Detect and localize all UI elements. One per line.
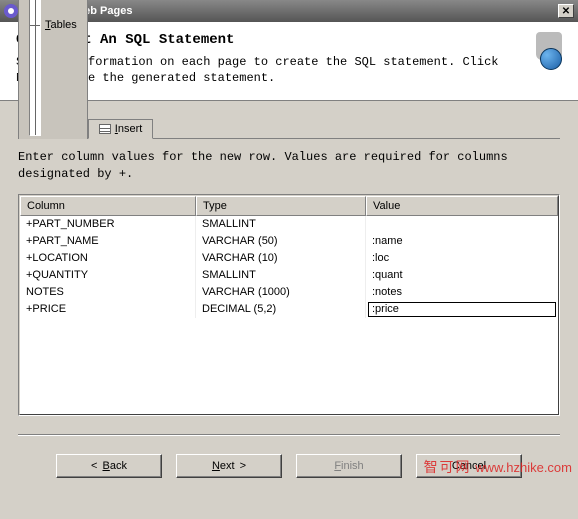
cell-column: +LOCATION	[20, 250, 196, 267]
cell-value[interactable]: :quant	[366, 267, 558, 284]
cancel-button[interactable]: Cancel	[416, 454, 522, 478]
tab-insert[interactable]: Insert	[88, 119, 154, 139]
table-row[interactable]: +PRICEDECIMAL (5,2)	[20, 301, 558, 318]
tab-tables-label: ables	[51, 19, 77, 31]
header-column[interactable]: Column	[20, 196, 196, 216]
cell-column: +PRICE	[20, 301, 196, 318]
table-row[interactable]: +LOCATIONVARCHAR (10):loc	[20, 250, 558, 267]
tab-tables[interactable]: Tables	[18, 0, 88, 139]
insert-icon	[99, 124, 111, 134]
cell-column: +PART_NUMBER	[20, 216, 196, 233]
grid-body: +PART_NUMBERSMALLINT+PART_NAMEVARCHAR (5…	[20, 216, 558, 414]
grid-header: Column Type Value	[20, 196, 558, 216]
cell-type: VARCHAR (10)	[196, 250, 366, 267]
instruction-text: Enter column values for the new row. Val…	[18, 149, 560, 181]
cell-type: SMALLINT	[196, 267, 366, 284]
separator	[18, 434, 560, 436]
cell-type: VARCHAR (1000)	[196, 284, 366, 301]
cell-column: +QUANTITY	[20, 267, 196, 284]
cell-type: VARCHAR (50)	[196, 233, 366, 250]
cell-value[interactable]: :loc	[366, 250, 558, 267]
header-value[interactable]: Value	[366, 196, 558, 216]
cell-type: SMALLINT	[196, 216, 366, 233]
database-globe-icon	[534, 32, 562, 70]
tab-bar: Tables Insert	[18, 115, 560, 139]
columns-grid[interactable]: Column Type Value +PART_NUMBERSMALLINT+P…	[18, 194, 560, 416]
cell-value[interactable]: :notes	[366, 284, 558, 301]
app-icon	[4, 4, 18, 18]
table-row[interactable]: +PART_NUMBERSMALLINT	[20, 216, 558, 233]
table-row[interactable]: +PART_NAMEVARCHAR (50):name	[20, 233, 558, 250]
tab-insert-label: nsert	[118, 123, 142, 135]
page-subtitle: Specify information on each page to crea…	[16, 54, 524, 86]
next-button[interactable]: Next >	[176, 454, 282, 478]
finish-button: Finish	[296, 454, 402, 478]
table-row[interactable]: +QUANTITYSMALLINT:quant	[20, 267, 558, 284]
back-button[interactable]: < Back	[56, 454, 162, 478]
cell-value[interactable]	[366, 216, 558, 233]
cell-column: +PART_NAME	[20, 233, 196, 250]
cell-type: DECIMAL (5,2)	[196, 301, 366, 318]
window-title: Database Web Pages	[22, 5, 558, 17]
value-input[interactable]	[368, 302, 556, 317]
header-type[interactable]: Type	[196, 196, 366, 216]
table-icon	[29, 0, 41, 136]
cell-value[interactable]	[366, 301, 558, 318]
page-title: Construct An SQL Statement	[16, 32, 524, 48]
table-row[interactable]: NOTESVARCHAR (1000):notes	[20, 284, 558, 301]
cell-column: NOTES	[20, 284, 196, 301]
cell-value[interactable]: :name	[366, 233, 558, 250]
close-button[interactable]: ✕	[558, 4, 574, 18]
wizard-buttons: < Back Next > Finish Cancel	[0, 454, 578, 492]
